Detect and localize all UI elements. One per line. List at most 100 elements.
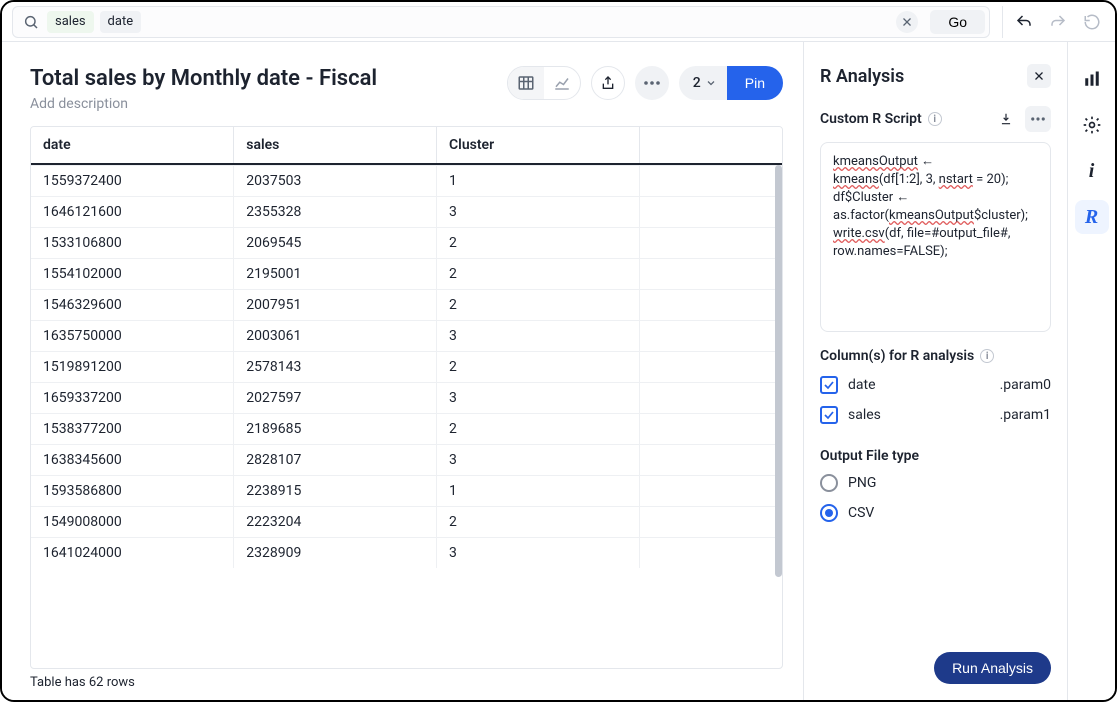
table-cell [639,383,782,414]
script-more-button[interactable] [1025,106,1051,132]
table-cell: 2 [437,507,640,538]
table-cell: 1593586800 [31,476,234,507]
table-cell: 2828107 [234,445,437,476]
explore-button[interactable] [1075,62,1109,96]
download-script-button[interactable] [993,106,1019,132]
settings-button[interactable] [1075,108,1109,142]
chart-view-button[interactable] [544,67,580,99]
pin-split-button: 2 Pin [679,66,783,100]
table-cell: 2069545 [234,228,437,259]
table-cell: 1646121600 [31,197,234,228]
table-cell: 1635750000 [31,321,234,352]
table-row[interactable]: 153310680020695452 [31,228,782,259]
table-row[interactable]: 163575000020030613 [31,321,782,352]
table-cell: 2007951 [234,290,437,321]
table-row[interactable]: 159358680022389151 [31,476,782,507]
table-cell [639,507,782,538]
table-cell [639,166,782,197]
redo-button[interactable] [1043,8,1073,36]
table-cell: 2328909 [234,538,437,569]
table-cell: 3 [437,538,640,569]
table-cell: 1538377200 [31,414,234,445]
output-section-title: Output File type [820,448,1051,464]
right-sidebar: i R [1067,42,1115,700]
column-name: date [848,377,876,393]
table-row[interactable]: 164612160023553283 [31,197,782,228]
description-placeholder[interactable]: Add description [30,96,377,112]
table-row[interactable]: 151989120025781432 [31,352,782,383]
output-type-row: CSV [820,498,1051,528]
table-cell: 1638345600 [31,445,234,476]
table-cell: 2 [437,414,640,445]
table-cell: 1549008000 [31,507,234,538]
pin-count-value: 2 [693,75,701,91]
analysis-column-row: sales .param1 [820,400,1051,430]
info-button[interactable]: i [1075,154,1109,188]
column-checkbox[interactable] [820,376,838,394]
table-cell: 2238915 [234,476,437,507]
table-row[interactable]: 154900800022232042 [31,507,782,538]
table-cell: 1 [437,476,640,507]
search-chip[interactable]: date [100,11,142,33]
output-type-row: PNG [820,468,1051,498]
share-button[interactable] [591,66,625,100]
undo-button[interactable] [1009,8,1039,36]
table-cell: 3 [437,445,640,476]
table-cell [639,321,782,352]
view-toggle [507,66,581,100]
table-cell: 3 [437,383,640,414]
table-row[interactable]: 164102400023289093 [31,538,782,569]
column-name: sales [848,407,881,423]
r-analysis-button[interactable]: R [1075,200,1109,234]
search-chip[interactable]: sales [47,11,94,33]
table-row[interactable]: 155410200021950012 [31,259,782,290]
reset-button[interactable] [1077,8,1107,36]
script-section-title: Custom R Script i [820,111,942,127]
table-view-button[interactable] [508,67,544,99]
table-cell: 2355328 [234,197,437,228]
table-cell: 1533106800 [31,228,234,259]
table-row[interactable]: 163834560028281073 [31,445,782,476]
info-icon[interactable]: i [928,112,942,126]
table-row[interactable]: 154632960020079512 [31,290,782,321]
pin-button[interactable]: Pin [727,66,783,100]
run-analysis-button[interactable]: Run Analysis [934,652,1051,684]
table-cell: 2578143 [234,352,437,383]
history-controls [1002,6,1107,38]
column-checkbox[interactable] [820,406,838,424]
column-header[interactable] [639,127,782,164]
topbar: sales date Go [2,2,1115,42]
table-row[interactable]: 155937240020375031 [31,166,782,197]
column-header[interactable]: sales [234,127,437,164]
table-scroll[interactable]: 1559372400203750311646121600235532831533… [31,165,782,668]
table-cell: 1546329600 [31,290,234,321]
table-cell [639,197,782,228]
table-row[interactable]: 165933720020275973 [31,383,782,414]
table-cell: 2037503 [234,166,437,197]
column-header[interactable]: date [31,127,234,164]
table-cell: 2 [437,352,640,383]
table-cell: 2 [437,259,640,290]
table-cell: 1641024000 [31,538,234,569]
search-bar[interactable]: sales date Go [12,6,990,38]
close-panel-button[interactable] [1027,64,1051,88]
info-icon[interactable]: i [980,349,994,363]
table-cell [639,445,782,476]
output-radio[interactable] [820,504,838,522]
analysis-column-row: date .param0 [820,370,1051,400]
table-row[interactable]: 153837720021896852 [31,414,782,445]
output-label: PNG [848,475,876,491]
output-radio[interactable] [820,474,838,492]
table-cell: 3 [437,197,640,228]
r-script-editor[interactable]: kmeansOutput ← kmeans(df[1:2], 3, nstart… [820,142,1051,332]
table-cell [639,352,782,383]
clear-search-button[interactable] [896,11,918,33]
more-menu-button[interactable] [635,66,669,100]
column-header[interactable]: Cluster [437,127,640,164]
go-button[interactable]: Go [930,10,985,34]
column-param: .param1 [1000,407,1051,423]
scrollbar-thumb[interactable] [775,165,782,577]
table-cell: 1559372400 [31,166,234,197]
r-analysis-panel: R Analysis Custom R Script i [803,42,1067,700]
pin-count-dropdown[interactable]: 2 [679,66,727,100]
